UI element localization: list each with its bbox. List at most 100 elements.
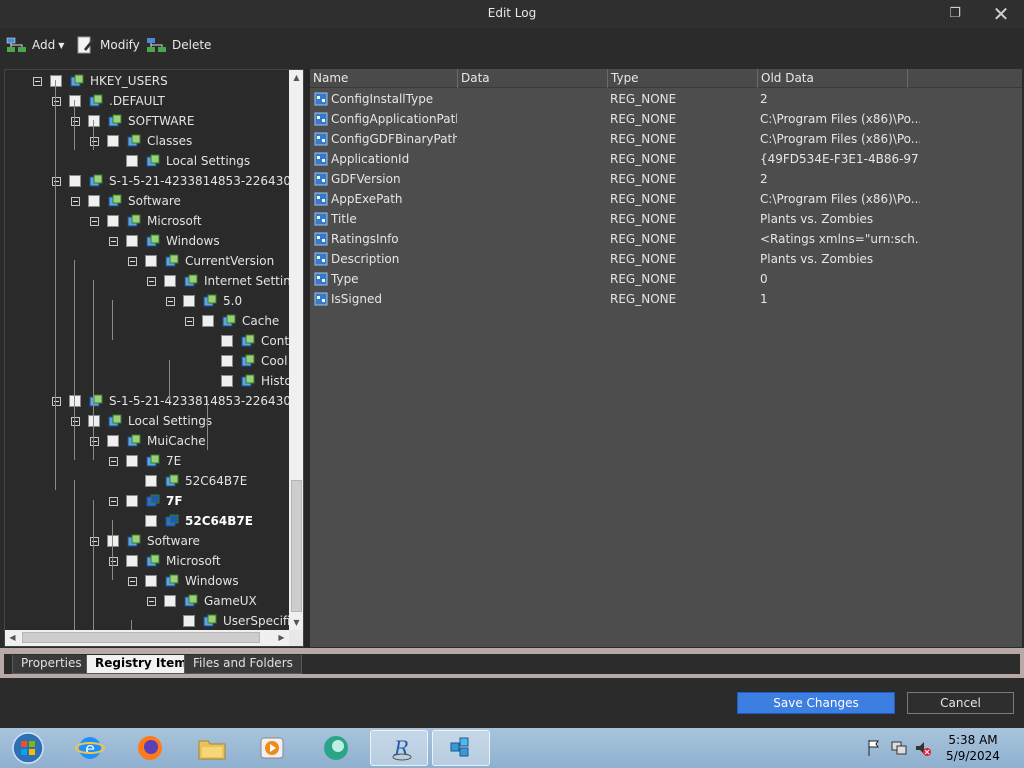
tree-node[interactable]: 52C64B7E bbox=[128, 511, 253, 531]
collapse-toggle-icon[interactable] bbox=[71, 416, 80, 426]
tree-horizontal-scroll-thumb[interactable] bbox=[22, 632, 260, 643]
tree-node-checkbox[interactable] bbox=[69, 95, 81, 107]
scroll-right-icon[interactable]: ▶ bbox=[274, 630, 289, 646]
collapse-toggle-icon[interactable] bbox=[52, 176, 61, 186]
tree-node[interactable]: MuiCache bbox=[90, 431, 206, 451]
save-changes-button[interactable]: Save Changes bbox=[737, 692, 895, 714]
collapse-toggle-icon[interactable] bbox=[109, 496, 118, 506]
tree-node[interactable]: Software bbox=[90, 531, 200, 551]
collapse-toggle-icon[interactable] bbox=[33, 76, 42, 86]
tree-node[interactable]: Windows bbox=[128, 571, 239, 591]
collapse-toggle-icon[interactable] bbox=[128, 256, 137, 266]
tree-node[interactable]: Cache bbox=[185, 311, 279, 331]
tree-node[interactable]: CurrentVersion bbox=[128, 251, 274, 271]
collapse-toggle-icon[interactable] bbox=[90, 436, 99, 446]
tree-node-checkbox[interactable] bbox=[126, 495, 138, 507]
tree-node[interactable]: SOFTWARE bbox=[71, 111, 194, 131]
tree-node[interactable]: Cool bbox=[204, 351, 287, 371]
modify-button[interactable]: Modify bbox=[76, 34, 140, 56]
network-icon[interactable] bbox=[890, 736, 908, 760]
tree-node[interactable]: Microsoft bbox=[109, 551, 221, 571]
taskbar-registry-tool[interactable] bbox=[432, 730, 490, 766]
scroll-up-icon[interactable]: ▲ bbox=[289, 70, 303, 85]
tree-vertical-scroll-thumb[interactable] bbox=[291, 480, 302, 612]
table-row[interactable]: Type REG_NONE 0 bbox=[310, 269, 1022, 289]
system-clock[interactable]: 5:38 AM 5/9/2024 bbox=[940, 732, 1006, 764]
taskbar-media-player[interactable] bbox=[246, 730, 298, 766]
tree-node[interactable]: Classes bbox=[90, 131, 192, 151]
tree-node[interactable]: 5.0 bbox=[166, 291, 242, 311]
collapse-toggle-icon[interactable] bbox=[128, 576, 137, 586]
tree-node[interactable]: 7E bbox=[109, 451, 181, 471]
tree-node-checkbox[interactable] bbox=[107, 435, 119, 447]
collapse-toggle-icon[interactable] bbox=[147, 596, 156, 606]
column-header-type[interactable]: Type bbox=[608, 69, 758, 88]
collapse-toggle-icon[interactable] bbox=[71, 196, 80, 206]
tree-node-checkbox[interactable] bbox=[164, 595, 176, 607]
tree-horizontal-scrollbar[interactable]: ◀ ▶ bbox=[5, 630, 289, 646]
tab-properties[interactable]: Properties bbox=[12, 655, 91, 674]
tree-node[interactable]: Internet Setting bbox=[147, 271, 289, 291]
close-icon[interactable]: ✕ bbox=[986, 2, 1016, 26]
tree-node-checkbox[interactable] bbox=[202, 315, 214, 327]
tree-node[interactable]: Windows bbox=[109, 231, 220, 251]
tree-node-checkbox[interactable] bbox=[126, 155, 138, 167]
collapse-toggle-icon[interactable] bbox=[90, 216, 99, 226]
column-header-name[interactable]: Name bbox=[310, 69, 458, 88]
tree-node-checkbox[interactable] bbox=[221, 375, 233, 387]
tree-node-checkbox[interactable] bbox=[183, 615, 195, 627]
tree-node[interactable]: 7F bbox=[109, 491, 183, 511]
table-row[interactable]: GDFVersion REG_NONE 2 bbox=[310, 169, 1022, 189]
tree-node-checkbox[interactable] bbox=[107, 535, 119, 547]
collapse-toggle-icon[interactable] bbox=[52, 96, 61, 106]
restore-icon[interactable]: ❐ bbox=[940, 2, 970, 26]
tree-node-checkbox[interactable] bbox=[145, 475, 157, 487]
tree-node-checkbox[interactable] bbox=[221, 335, 233, 347]
tree-node-checkbox[interactable] bbox=[50, 75, 62, 87]
tab-files-and-folders[interactable]: Files and Folders bbox=[184, 655, 302, 674]
column-header-old-data[interactable]: Old Data bbox=[758, 69, 908, 88]
scroll-down-icon[interactable]: ▼ bbox=[289, 615, 303, 630]
collapse-toggle-icon[interactable] bbox=[109, 456, 118, 466]
tree-node[interactable]: Cont bbox=[204, 331, 289, 351]
taskbar-file-explorer[interactable] bbox=[186, 730, 238, 766]
tree-node[interactable]: S-1-5-21-4233814853-2264307 bbox=[52, 391, 289, 411]
tree-node-checkbox[interactable] bbox=[164, 275, 176, 287]
collapse-toggle-icon[interactable] bbox=[109, 236, 118, 246]
scroll-left-icon[interactable]: ◀ bbox=[5, 630, 20, 646]
table-row[interactable]: IsSigned REG_NONE 1 bbox=[310, 289, 1022, 309]
table-row[interactable]: ConfigGDFBinaryPath REG_NONE C:\Program Fi… bbox=[310, 129, 1022, 149]
column-header-data[interactable]: Data bbox=[458, 69, 608, 88]
tree-node[interactable]: GameUX bbox=[147, 591, 257, 611]
collapse-toggle-icon[interactable] bbox=[185, 316, 194, 326]
tree-node-checkbox[interactable] bbox=[145, 575, 157, 587]
tree-node-checkbox[interactable] bbox=[221, 355, 233, 367]
taskbar-firefox[interactable] bbox=[124, 730, 176, 766]
taskbar-internet-explorer[interactable]: e bbox=[64, 730, 116, 766]
collapse-toggle-icon[interactable] bbox=[109, 556, 118, 566]
collapse-toggle-icon[interactable] bbox=[90, 136, 99, 146]
collapse-toggle-icon[interactable] bbox=[71, 116, 80, 126]
tree-node[interactable]: Local Settings bbox=[109, 151, 250, 171]
table-row[interactable]: ConfigInstallType REG_NONE 2 bbox=[310, 89, 1022, 109]
tree-node-checkbox[interactable] bbox=[69, 395, 81, 407]
tree-node-checkbox[interactable] bbox=[88, 195, 100, 207]
tree-node[interactable]: HKEY_USERS bbox=[33, 71, 168, 91]
tree-node-checkbox[interactable] bbox=[183, 295, 195, 307]
table-row[interactable]: Description REG_NONE Plants vs. Zombies bbox=[310, 249, 1022, 269]
tree-node[interactable]: .DEFAULT bbox=[52, 91, 165, 111]
tree-node-checkbox[interactable] bbox=[88, 415, 100, 427]
table-row[interactable]: RatingsInfo REG_NONE <Ratings xmlns="urn:s… bbox=[310, 229, 1022, 249]
tree-node[interactable]: 52C64B7E bbox=[128, 471, 247, 491]
cancel-button[interactable]: Cancel bbox=[907, 692, 1014, 714]
taskbar-green-app[interactable] bbox=[310, 730, 362, 766]
delete-button[interactable]: Delete bbox=[146, 34, 211, 56]
volume-muted-icon[interactable] bbox=[914, 736, 932, 760]
tree-node[interactable]: Histo bbox=[204, 371, 289, 391]
collapse-toggle-icon[interactable] bbox=[147, 276, 156, 286]
start-button[interactable] bbox=[2, 730, 54, 766]
tree-vertical-scrollbar[interactable]: ▲ ▼ bbox=[289, 70, 303, 630]
tree-node-checkbox[interactable] bbox=[145, 515, 157, 527]
tree-node-checkbox[interactable] bbox=[126, 455, 138, 467]
tree-node-checkbox[interactable] bbox=[126, 235, 138, 247]
